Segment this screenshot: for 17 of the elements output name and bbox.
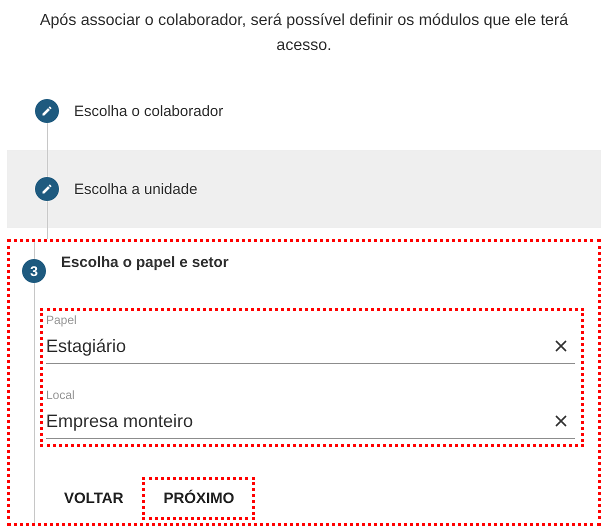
clear-icon[interactable] [555,415,567,427]
pencil-icon [41,105,53,117]
clear-icon[interactable] [555,340,567,352]
step-row[interactable]: Escolha o colaborador [7,72,601,150]
step-button[interactable]: VOLTAR [45,477,142,520]
field-label: Papel [46,313,77,327]
step-title[interactable]: Escolha o colaborador [74,102,224,120]
step-number: 3 [22,259,46,283]
field-label: Local [46,388,75,402]
input-field[interactable]: Empresa monteiro [46,404,575,439]
input-field[interactable]: Estagiário [46,329,575,364]
intro-text: Após associar o colaborador, será possível definir os módulos que ele terá acesso. [38,11,570,56]
step-title[interactable]: Escolha o papel e setor [61,254,229,271]
step-button[interactable]: PRÓXIMO [142,477,256,520]
step-row[interactable]: Escolha a unidade [7,150,601,228]
step-title[interactable]: Escolha a unidade [74,180,198,198]
pencil-icon [41,183,53,195]
